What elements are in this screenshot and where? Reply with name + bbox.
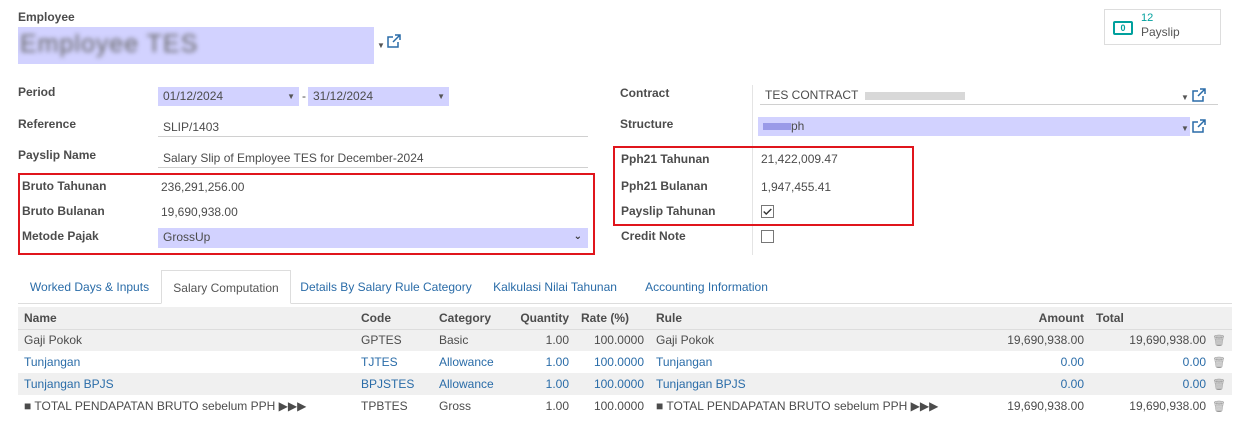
contract-label: Contract	[620, 86, 670, 100]
cell-rule: Gaji Pokok	[650, 329, 980, 351]
cell-name: Tunjangan	[24, 355, 81, 369]
period-from-field[interactable]: 01/12/2024 ▼	[158, 87, 299, 106]
credit-note-checkbox[interactable]	[761, 230, 774, 243]
cell-total-value: 0.00	[1182, 377, 1207, 391]
table-row[interactable]: Tunjangan BPJS BPJSTES Allowance 1.00 10…	[18, 373, 1232, 395]
contract-field[interactable]: TES CONTRACT	[760, 86, 1218, 105]
tab-accounting-information[interactable]: Accounting Information	[629, 270, 784, 304]
cell-rate: 100.0000	[593, 355, 644, 369]
cell-rule: Tunjangan	[656, 355, 713, 369]
structure-external-link-icon[interactable]	[1192, 119, 1206, 133]
column-header-code[interactable]: Code	[355, 307, 433, 330]
structure-redacted-block	[763, 123, 791, 131]
table-row[interactable]: Tunjangan TJTES Allowance 1.00 100.0000 …	[18, 351, 1232, 373]
tab-kalkulasi-nilai-tahunan[interactable]: Kalkulasi Nilai Tahunan	[481, 270, 629, 304]
cell-rate: 100.0000	[575, 329, 650, 351]
cell-code: TPBTES	[361, 399, 408, 413]
column-header-total[interactable]: Total	[1090, 307, 1232, 330]
cell-code: TJTES	[361, 355, 398, 369]
payslip-smart-button[interactable]: 0 12 Payslip	[1104, 9, 1221, 45]
salary-computation-table: Name Code Category Quantity Rate (%) Rul…	[18, 307, 1232, 417]
reference-field[interactable]: SLIP/1403	[158, 118, 588, 137]
cell-amount: 0.00	[980, 373, 1090, 395]
cell-rule: ■ TOTAL PENDAPATAN BRUTO sebelum PPH ▶▶▶	[656, 399, 939, 413]
pph21-highlight-box	[613, 146, 914, 226]
table-row[interactable]: Gaji Pokok GPTES Basic 1.00 100.0000 Gaj…	[18, 329, 1232, 351]
cell-quantity: 1.00	[545, 355, 569, 369]
payslip-smart-label: Payslip	[1141, 25, 1180, 39]
period-to-value: 31/12/2024	[313, 89, 374, 103]
cell-rule: Tunjangan BPJS	[650, 373, 980, 395]
cell-category: Basic	[433, 329, 505, 351]
structure-field[interactable]: ph	[758, 117, 1190, 136]
notebook-tabs: Worked Days & Inputs Salary Computation …	[18, 270, 1232, 304]
period-to-caret-icon: ▼	[437, 92, 445, 101]
cell-name: Gaji Pokok	[18, 329, 355, 351]
trash-icon[interactable]: 🗑	[1212, 379, 1226, 391]
cell-total-value: 0.00	[1182, 355, 1207, 369]
tab-details-by-salary-rule-category[interactable]: Details By Salary Rule Category	[291, 270, 481, 304]
table-header-row: Name Code Category Quantity Rate (%) Rul…	[18, 307, 1232, 330]
money-icon: 0	[1113, 21, 1133, 35]
structure-label: Structure	[620, 117, 674, 131]
cell-category: Gross	[439, 399, 472, 413]
period-separator: -	[302, 89, 306, 103]
cell-code: BPJSTES	[355, 373, 433, 395]
employee-label: Employee	[18, 10, 75, 24]
cell-rate: 100.0000	[593, 399, 644, 413]
payslip-name-label: Payslip Name	[18, 148, 97, 162]
cell-category: Allowance	[433, 373, 505, 395]
tab-salary-computation[interactable]: Salary Computation	[161, 270, 291, 304]
cell-total-value: 19,690,938.00	[1129, 333, 1207, 348]
cell-code: GPTES	[355, 329, 433, 351]
reference-label: Reference	[18, 117, 77, 131]
cell-quantity: 1.00	[505, 373, 575, 395]
table-row[interactable]: ■ TOTAL PENDAPATAN BRUTO sebelum PPH ▶▶▶…	[18, 395, 1232, 417]
cell-rate: 100.0000	[575, 373, 650, 395]
cell-amount: 19,690,938.00	[1007, 399, 1084, 413]
cell-total: 0.00 🗑	[1090, 373, 1232, 395]
cell-quantity: 1.00	[545, 399, 569, 413]
period-to-field[interactable]: 31/12/2024 ▼	[308, 87, 449, 106]
bruto-highlight-box	[18, 173, 595, 255]
column-header-name[interactable]: Name	[18, 307, 355, 330]
cell-total: 19,690,938.00 🗑	[1090, 395, 1232, 417]
column-header-rate[interactable]: Rate (%)	[575, 307, 650, 330]
structure-value: ph	[791, 119, 805, 133]
column-header-amount[interactable]: Amount	[980, 307, 1090, 330]
cell-total: 0.00 🗑	[1090, 351, 1232, 373]
trash-icon[interactable]: 🗑	[1212, 335, 1226, 347]
employee-external-link-icon[interactable]	[387, 34, 401, 48]
employee-dropdown-caret-icon[interactable]: ▼	[377, 41, 385, 50]
cell-category: Allowance	[439, 355, 494, 369]
tab-worked-days-inputs[interactable]: Worked Days & Inputs	[18, 270, 161, 304]
payslip-name-field[interactable]: Salary Slip of Employee TES for December…	[158, 149, 588, 168]
contract-caret-icon[interactable]: ▼	[1181, 93, 1189, 102]
employee-name-field[interactable]: Employee TES	[18, 27, 374, 64]
cell-name: ■ TOTAL PENDAPATAN BRUTO sebelum PPH ▶▶▶	[24, 399, 307, 413]
credit-note-label: Credit Note	[621, 229, 686, 243]
payslip-count: 12	[1141, 12, 1154, 24]
structure-caret-icon[interactable]: ▼	[1181, 124, 1189, 133]
cell-amount: 0.00	[1060, 355, 1084, 369]
cell-total-value: 19,690,938.00	[1129, 399, 1207, 413]
column-header-category[interactable]: Category	[433, 307, 505, 330]
cell-total: 19,690,938.00 🗑	[1090, 329, 1232, 351]
column-header-quantity[interactable]: Quantity	[505, 307, 575, 330]
period-from-value: 01/12/2024	[163, 89, 224, 103]
trash-icon[interactable]: 🗑	[1212, 357, 1226, 369]
cell-name: Tunjangan BPJS	[18, 373, 355, 395]
contract-redacted-block	[865, 91, 966, 100]
contract-external-link-icon[interactable]	[1192, 88, 1206, 102]
cell-quantity: 1.00	[505, 329, 575, 351]
employee-name-value: Employee TES	[20, 30, 199, 58]
cell-amount: 19,690,938.00	[980, 329, 1090, 351]
trash-icon[interactable]: 🗑	[1212, 401, 1226, 413]
period-label: Period	[18, 85, 56, 99]
period-from-caret-icon: ▼	[287, 92, 295, 101]
contract-value: TES CONTRACT	[765, 88, 859, 102]
column-header-rule[interactable]: Rule	[650, 307, 980, 330]
